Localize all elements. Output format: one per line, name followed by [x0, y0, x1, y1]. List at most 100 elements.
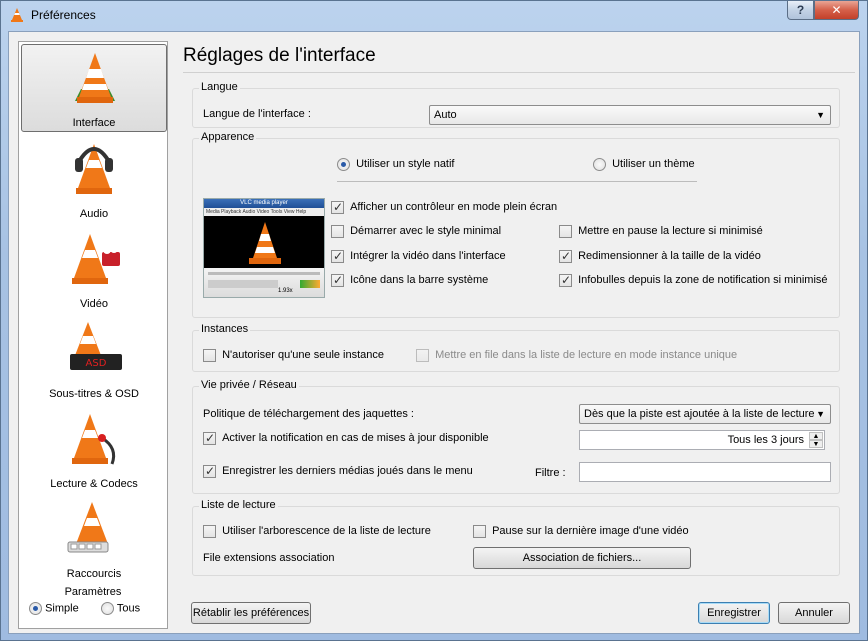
- systray-checkbox[interactable]: [331, 273, 344, 287]
- chevron-down-icon: ▼: [816, 110, 825, 120]
- spin-down-icon[interactable]: ▼: [809, 440, 823, 448]
- minimal-style-label: Démarrer avec le style minimal: [350, 225, 502, 238]
- preview-seekbar: [208, 272, 320, 275]
- instances-group-title: Instances: [199, 323, 251, 335]
- dialog-client: Interface Audio Vidéo ASD Sous-titres & …: [8, 31, 860, 634]
- language-label: Langue de l'interface :: [203, 108, 311, 120]
- preview-titlebar: VLC media player: [204, 199, 324, 208]
- native-style-radio[interactable]: [337, 158, 350, 171]
- sidebar-item-shortcuts[interactable]: Raccourcis: [21, 494, 167, 582]
- preview-menu-item: Help: [295, 209, 307, 215]
- preview-menu-item: Playback: [221, 209, 242, 215]
- pause-minimized-checkbox[interactable]: [559, 225, 572, 238]
- sidebar-item-audio[interactable]: Audio: [21, 134, 167, 222]
- resize-option[interactable]: Redimensionner à la taille de la vidéo: [559, 249, 761, 263]
- page-title: Réglages de l'interface: [183, 45, 376, 66]
- filter-label: Filtre :: [535, 467, 566, 479]
- recent-media-option[interactable]: Enregistrer les derniers médias joués da…: [203, 464, 473, 478]
- single-instance-option[interactable]: N'autoriser qu'une seule instance: [203, 349, 384, 362]
- shortcuts-cone-icon: [67, 502, 109, 553]
- video-cone-icon: [72, 234, 120, 284]
- sidebar-item-label: Lecture & Codecs: [50, 478, 138, 490]
- single-instance-label: N'autoriser qu'une seule instance: [222, 349, 385, 362]
- pause-last-frame-checkbox[interactable]: [473, 525, 486, 538]
- save-button[interactable]: Enregistrer: [698, 602, 770, 624]
- audio-cone-icon: [75, 144, 113, 194]
- playlist-tree-checkbox[interactable]: [203, 525, 216, 538]
- playlist-group: Liste de lecture Utiliser l'arborescence…: [192, 499, 840, 576]
- params-group: Paramètres Simple Tous: [23, 586, 163, 626]
- playlist-tree-option[interactable]: Utiliser l'arborescence de la liste de l…: [203, 525, 431, 538]
- resize-checkbox[interactable]: [559, 249, 572, 263]
- minimal-style-checkbox[interactable]: [331, 225, 344, 238]
- reset-preferences-button[interactable]: Rétablir les préférences: [191, 602, 311, 624]
- params-simple-option[interactable]: Simple: [29, 602, 79, 615]
- embed-video-option[interactable]: Intégrer la vidéo dans l'interface: [331, 249, 506, 263]
- sidebar-item-label: Audio: [79, 208, 109, 220]
- pause-last-frame-option[interactable]: Pause sur la dernière image d'une vidéo: [473, 525, 689, 538]
- window-title: Préférences: [31, 8, 96, 22]
- params-title: Paramètres: [64, 586, 122, 598]
- update-notify-option[interactable]: Activer la notification en cas de mises …: [203, 431, 489, 445]
- minimal-style-option[interactable]: Démarrer avec le style minimal: [331, 225, 501, 238]
- privacy-group-title: Vie privée / Réseau: [199, 379, 299, 391]
- playlist-tree-label: Utiliser l'arborescence de la liste de l…: [222, 525, 431, 538]
- art-policy-label: Politique de téléchargement des jaquette…: [203, 408, 414, 420]
- file-assoc-button[interactable]: Association de fichiers...: [473, 547, 691, 569]
- systray-label: Icône dans la barre système: [350, 274, 489, 287]
- params-all-option[interactable]: Tous: [101, 602, 140, 615]
- sidebar-item-label: Interface: [72, 117, 116, 129]
- privacy-group: Vie privée / Réseau Politique de télécha…: [192, 379, 840, 494]
- style-divider: [337, 181, 697, 182]
- sidebar-item-codecs[interactable]: Lecture & Codecs: [21, 404, 167, 492]
- theme-option[interactable]: Utiliser un thème: [593, 158, 695, 171]
- cancel-button[interactable]: Annuler: [778, 602, 850, 624]
- systray-option[interactable]: Icône dans la barre système: [331, 273, 489, 287]
- langue-group: Langue Langue de l'interface : Auto ▼: [192, 81, 840, 128]
- sidebar-item-subtitles[interactable]: ASD Sous-titres & OSD: [21, 314, 167, 402]
- tooltips-checkbox[interactable]: [559, 273, 572, 287]
- enqueue-checkbox[interactable]: [416, 349, 429, 362]
- language-combo[interactable]: Auto ▼: [429, 105, 831, 125]
- sidebar-item-video[interactable]: Vidéo: [21, 224, 167, 312]
- update-notify-label: Activer la notification en cas de mises …: [222, 432, 489, 445]
- recent-media-checkbox[interactable]: [203, 464, 216, 478]
- codecs-cone-icon: [72, 414, 116, 465]
- native-style-label: Utiliser un style natif: [356, 158, 455, 171]
- spin-up-icon[interactable]: ▲: [809, 432, 823, 440]
- preview-menu-item: Audio: [242, 209, 256, 215]
- preview-cone-icon: [249, 222, 281, 264]
- embed-video-checkbox[interactable]: [331, 249, 344, 263]
- update-notify-checkbox[interactable]: [203, 431, 216, 445]
- vlc-icon: [11, 8, 23, 22]
- enqueue-option[interactable]: Mettre en file dans la liste de lecture …: [416, 349, 737, 362]
- spin-buttons[interactable]: ▲ ▼: [809, 432, 823, 448]
- title-bar[interactable]: Préférences ? ✕: [1, 1, 867, 31]
- theme-radio[interactable]: [593, 158, 606, 171]
- help-button[interactable]: ?: [787, 1, 814, 20]
- pause-minimized-option[interactable]: Mettre en pause la lecture si minimisé: [559, 225, 763, 238]
- sidebar-item-interface[interactable]: Interface: [21, 44, 167, 132]
- fullscreen-controller-option[interactable]: Afficher un contrôleur en mode plein écr…: [331, 200, 558, 214]
- preview-volume: [300, 280, 320, 288]
- preview-menu-item: Video: [256, 209, 270, 215]
- fullscreen-controller-label: Afficher un contrôleur en mode plein écr…: [350, 201, 558, 214]
- update-interval-spinbox[interactable]: Tous les 3 jours ▲ ▼: [579, 430, 825, 450]
- preview-buttons: [208, 280, 278, 288]
- single-instance-checkbox[interactable]: [203, 349, 216, 362]
- filter-input[interactable]: [579, 462, 831, 482]
- native-style-option[interactable]: Utiliser un style natif: [337, 158, 455, 171]
- art-policy-value: Dès que la piste est ajoutée à la liste …: [584, 408, 815, 420]
- playlist-group-title: Liste de lecture: [199, 499, 278, 511]
- preview-menubar: Media Playback Audio Video Tools View He…: [204, 208, 324, 216]
- interface-cone-icon: [75, 53, 115, 103]
- art-policy-combo[interactable]: Dès que la piste est ajoutée à la liste …: [579, 404, 831, 424]
- fullscreen-controller-checkbox[interactable]: [331, 200, 344, 214]
- theme-label: Utiliser un thème: [612, 158, 695, 171]
- recent-media-label: Enregistrer les derniers médias joués da…: [222, 465, 473, 478]
- params-simple-radio[interactable]: [29, 602, 42, 615]
- close-button[interactable]: ✕: [814, 1, 859, 20]
- tooltips-option[interactable]: Infobulles depuis la zone de notificatio…: [559, 273, 828, 287]
- params-all-radio[interactable]: [101, 602, 114, 615]
- params-all-label: Tous: [116, 602, 141, 615]
